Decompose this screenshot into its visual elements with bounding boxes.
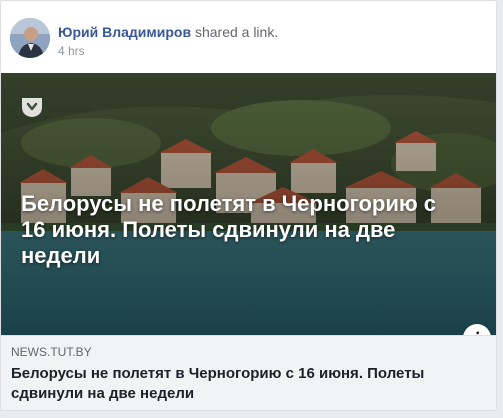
link-title: Белорусы не полетят в Черногорию с 16 ию… xyxy=(11,365,425,402)
link-domain: NEWS.TUT.BY xyxy=(11,345,92,359)
overlay-headline: Белорусы не полетят в Черногорию с 16 ию… xyxy=(21,191,436,268)
author-name-link[interactable]: Юрий Владимиров xyxy=(58,24,191,40)
post-card: Юрий Владимиров shared a link. 4 hrs Бел… xyxy=(0,0,497,411)
author-line: Юрий Владимиров shared a link. xyxy=(58,23,278,41)
avatar-image xyxy=(10,18,50,58)
link-preview-image[interactable]: Белорусы не полетят в Черногорию с 16 ию… xyxy=(1,73,496,335)
tut-by-logo-icon xyxy=(22,98,42,117)
post-timestamp[interactable]: 4 hrs xyxy=(58,43,85,59)
author-avatar[interactable] xyxy=(10,18,50,58)
link-caption[interactable]: NEWS.TUT.BY Белорусы не полетят в Черног… xyxy=(1,335,496,410)
post-header: Юрий Владимиров shared a link. 4 hrs xyxy=(10,18,480,66)
action-text: shared a link. xyxy=(194,24,279,40)
